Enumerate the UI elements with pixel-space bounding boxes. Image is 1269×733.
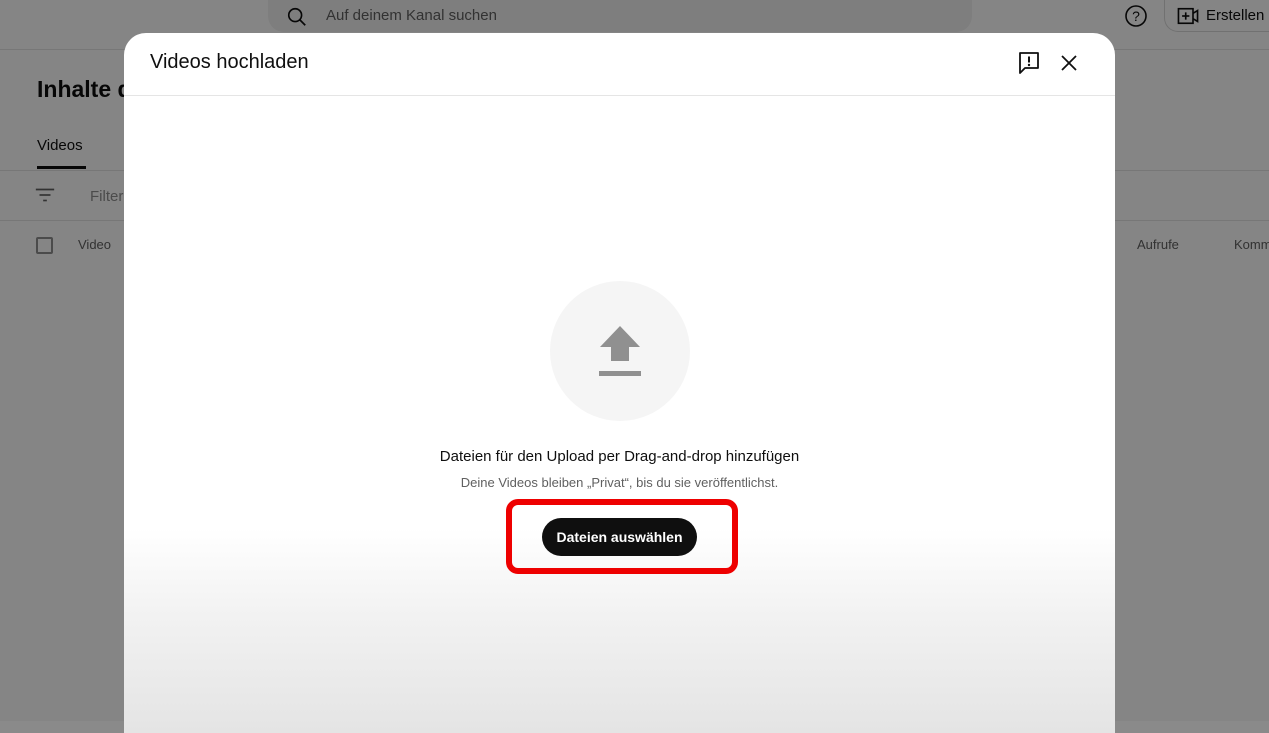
drag-drop-instruction: Dateien für den Upload per Drag-and-drop…	[439, 448, 800, 465]
privacy-note: Deine Videos bleiben „Privat“, bis du si…	[460, 475, 779, 490]
dialog-header: Videos hochladen	[124, 33, 1115, 96]
upload-arrow-icon	[599, 326, 641, 376]
select-files-button[interactable]: Dateien auswählen	[542, 518, 697, 556]
upload-dialog: Videos hochladen Dateien für den Upload …	[124, 33, 1115, 733]
dialog-title: Videos hochladen	[150, 51, 309, 73]
upload-dropzone[interactable]	[550, 281, 690, 421]
feedback-icon[interactable]	[1017, 50, 1041, 76]
close-icon[interactable]	[1057, 51, 1081, 75]
